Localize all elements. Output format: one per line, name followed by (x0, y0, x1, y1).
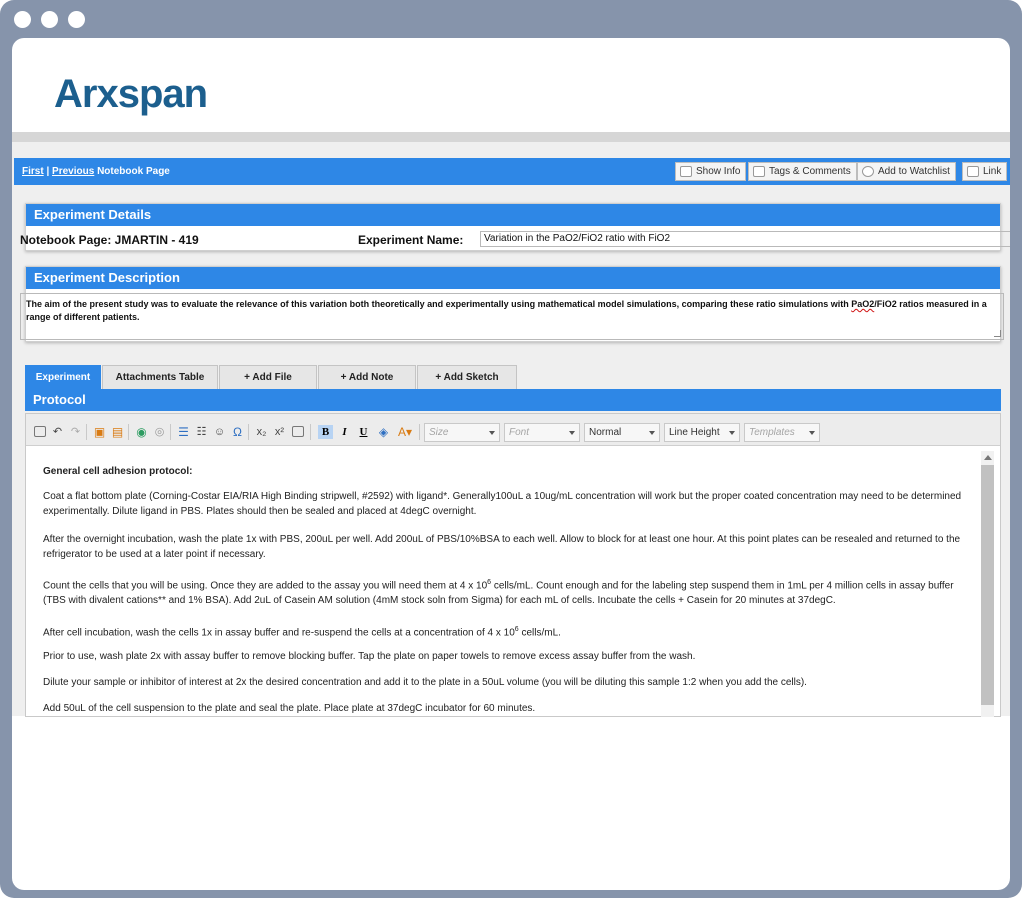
bold-icon[interactable]: B (318, 425, 333, 439)
window-frame: Arxspan First | Previous Notebook Page S… (0, 0, 1022, 898)
protocol-editor: ↶ ↷ ▣ ▤ ◉ ◎ ☰ ☷ ☺ Ω x₂ x² B I U ◈ A▾ Siz… (25, 413, 1001, 717)
editor-toolbar: ↶ ↷ ▣ ▤ ◉ ◎ ☰ ☷ ☺ Ω x₂ x² B I U ◈ A▾ Siz… (26, 414, 1000, 446)
first-link[interactable]: First (22, 166, 44, 177)
chevron-down-icon (809, 431, 815, 435)
protocol-paragraph: Dilute your sample or inhibitor of inter… (43, 677, 807, 688)
tab-add-file[interactable]: + Add File (219, 365, 317, 389)
paragraph-format-value: Normal (589, 427, 622, 438)
protocol-paragraph: After cell incubation, wash the cells 1x… (43, 622, 968, 640)
notebook-nav-bar: First | Previous Notebook Page Show Info… (14, 158, 1010, 185)
smiley-icon[interactable]: ☺ (212, 425, 227, 439)
tab-experiment[interactable]: Experiment (25, 365, 101, 389)
experiment-details-title: Experiment Details (26, 204, 1000, 226)
protocol-paragraph: Prior to use, wash plate 2x with assay b… (43, 651, 696, 662)
experiment-description-panel: Experiment Description The aim of the pr… (20, 266, 1004, 342)
browser-window: Arxspan First | Previous Notebook Page S… (12, 38, 1010, 890)
protocol-text: After cell incubation, wash the cells 1x… (43, 627, 515, 639)
tag-icon (753, 166, 765, 177)
protocol-text: Count the cells that you will be using. … (43, 580, 488, 592)
table-icon[interactable] (34, 426, 46, 437)
toolbar-separator (310, 424, 311, 440)
nav-separator: | (46, 166, 50, 177)
chevron-down-icon (729, 431, 735, 435)
redo-icon[interactable]: ↷ (68, 425, 83, 439)
toolbar-separator (128, 424, 129, 440)
line-height-value: Line Height (669, 427, 720, 438)
description-flagged-word: PaO2 (851, 299, 875, 309)
italic-icon[interactable]: I (337, 425, 352, 439)
underline-icon[interactable]: U (356, 425, 371, 439)
chevron-down-icon (649, 431, 655, 435)
protocol-paragraph: Coat a flat bottom plate (Corning-Costar… (43, 491, 962, 517)
replace-icon[interactable]: ◎ (152, 425, 167, 439)
scroll-up-arrow-icon[interactable] (984, 455, 992, 460)
chevron-down-icon (569, 431, 575, 435)
window-dot-minimize[interactable] (41, 11, 58, 28)
window-dot-maximize[interactable] (68, 11, 85, 28)
resize-handle[interactable] (994, 330, 1001, 337)
protocol-paragraph: Count the cells that you will be using. … (43, 575, 968, 608)
toolbar-separator (248, 424, 249, 440)
link-button[interactable]: Link (962, 162, 1008, 181)
templates-placeholder: Templates (749, 427, 795, 438)
font-size-placeholder: Size (429, 427, 449, 438)
tags-comments-button[interactable]: Tags & Comments (748, 162, 857, 181)
tags-comments-label: Tags & Comments (769, 166, 851, 177)
eye-icon (862, 166, 874, 177)
find-icon[interactable]: ◉ (134, 425, 149, 439)
protocol-paragraph: Add 50uL of the cell suspension to the p… (43, 703, 536, 714)
arxspan-logo[interactable]: Arxspan (54, 72, 208, 117)
paragraph-format-select[interactable]: Normal (584, 423, 660, 442)
bullet-list-icon[interactable]: ☷ (194, 425, 209, 439)
protocol-title: Protocol (25, 389, 1001, 411)
toolbar-separator (419, 424, 420, 440)
paste-icon[interactable]: ▣ (92, 425, 107, 439)
protocol-heading: General cell adhesion protocol: (43, 466, 193, 477)
editor-scrollbar[interactable] (981, 451, 994, 717)
header-divider (12, 132, 1010, 142)
superscript-icon[interactable]: x² (272, 425, 287, 439)
description-text: The aim of the present study was to eval… (26, 299, 852, 309)
experiment-description-field[interactable]: The aim of the present study was to eval… (20, 293, 1004, 340)
remove-format-icon[interactable] (292, 426, 304, 437)
chevron-down-icon (489, 431, 495, 435)
nav-suffix: Notebook Page (97, 166, 170, 177)
subscript-icon[interactable]: x₂ (254, 425, 269, 439)
notebook-page-label: Notebook Page: JMARTIN - 419 (20, 233, 199, 247)
add-watchlist-label: Add to Watchlist (878, 166, 950, 177)
text-color-icon[interactable]: A▾ (395, 425, 415, 439)
scrollbar-thumb[interactable] (981, 465, 994, 705)
link-label: Link (983, 166, 1002, 177)
font-family-placeholder: Font (509, 427, 530, 438)
line-height-select[interactable]: Line Height (664, 423, 740, 442)
experiment-name-label: Experiment Name: (358, 233, 464, 247)
tab-attachments-table[interactable]: Attachments Table (102, 365, 218, 389)
special-char-icon[interactable]: Ω (230, 425, 245, 439)
font-size-select[interactable]: Size (424, 423, 500, 442)
tab-add-note[interactable]: + Add Note (318, 365, 416, 389)
experiment-description-title: Experiment Description (26, 267, 1000, 289)
paste-text-icon[interactable]: ▤ (110, 425, 125, 439)
experiment-name-field[interactable]: Variation in the PaO2/FiO2 ratio with Fi… (480, 231, 1010, 247)
window-dot-close[interactable] (14, 11, 31, 28)
info-icon (680, 166, 692, 177)
font-family-select[interactable]: Font (504, 423, 580, 442)
undo-icon[interactable]: ↶ (50, 425, 65, 439)
toolbar-separator (86, 424, 87, 440)
protocol-paragraph: After the overnight incubation, wash the… (43, 534, 961, 560)
notebook-pagination: First | Previous Notebook Page (22, 166, 170, 177)
protocol-text: cells/mL. (518, 627, 561, 639)
show-info-button[interactable]: Show Info (675, 162, 747, 181)
eraser-icon[interactable]: ◈ (376, 425, 391, 439)
add-watchlist-button[interactable]: Add to Watchlist (857, 162, 956, 181)
numbered-list-icon[interactable]: ☰ (176, 425, 191, 439)
link-icon (967, 166, 979, 177)
toolbar-separator (170, 424, 171, 440)
previous-link[interactable]: Previous (52, 166, 94, 177)
tab-add-sketch[interactable]: + Add Sketch (417, 365, 517, 389)
experiment-details-panel: Experiment Details Notebook Page: JMARTI… (20, 203, 1010, 251)
show-info-label: Show Info (696, 166, 741, 177)
templates-select[interactable]: Templates (744, 423, 820, 442)
